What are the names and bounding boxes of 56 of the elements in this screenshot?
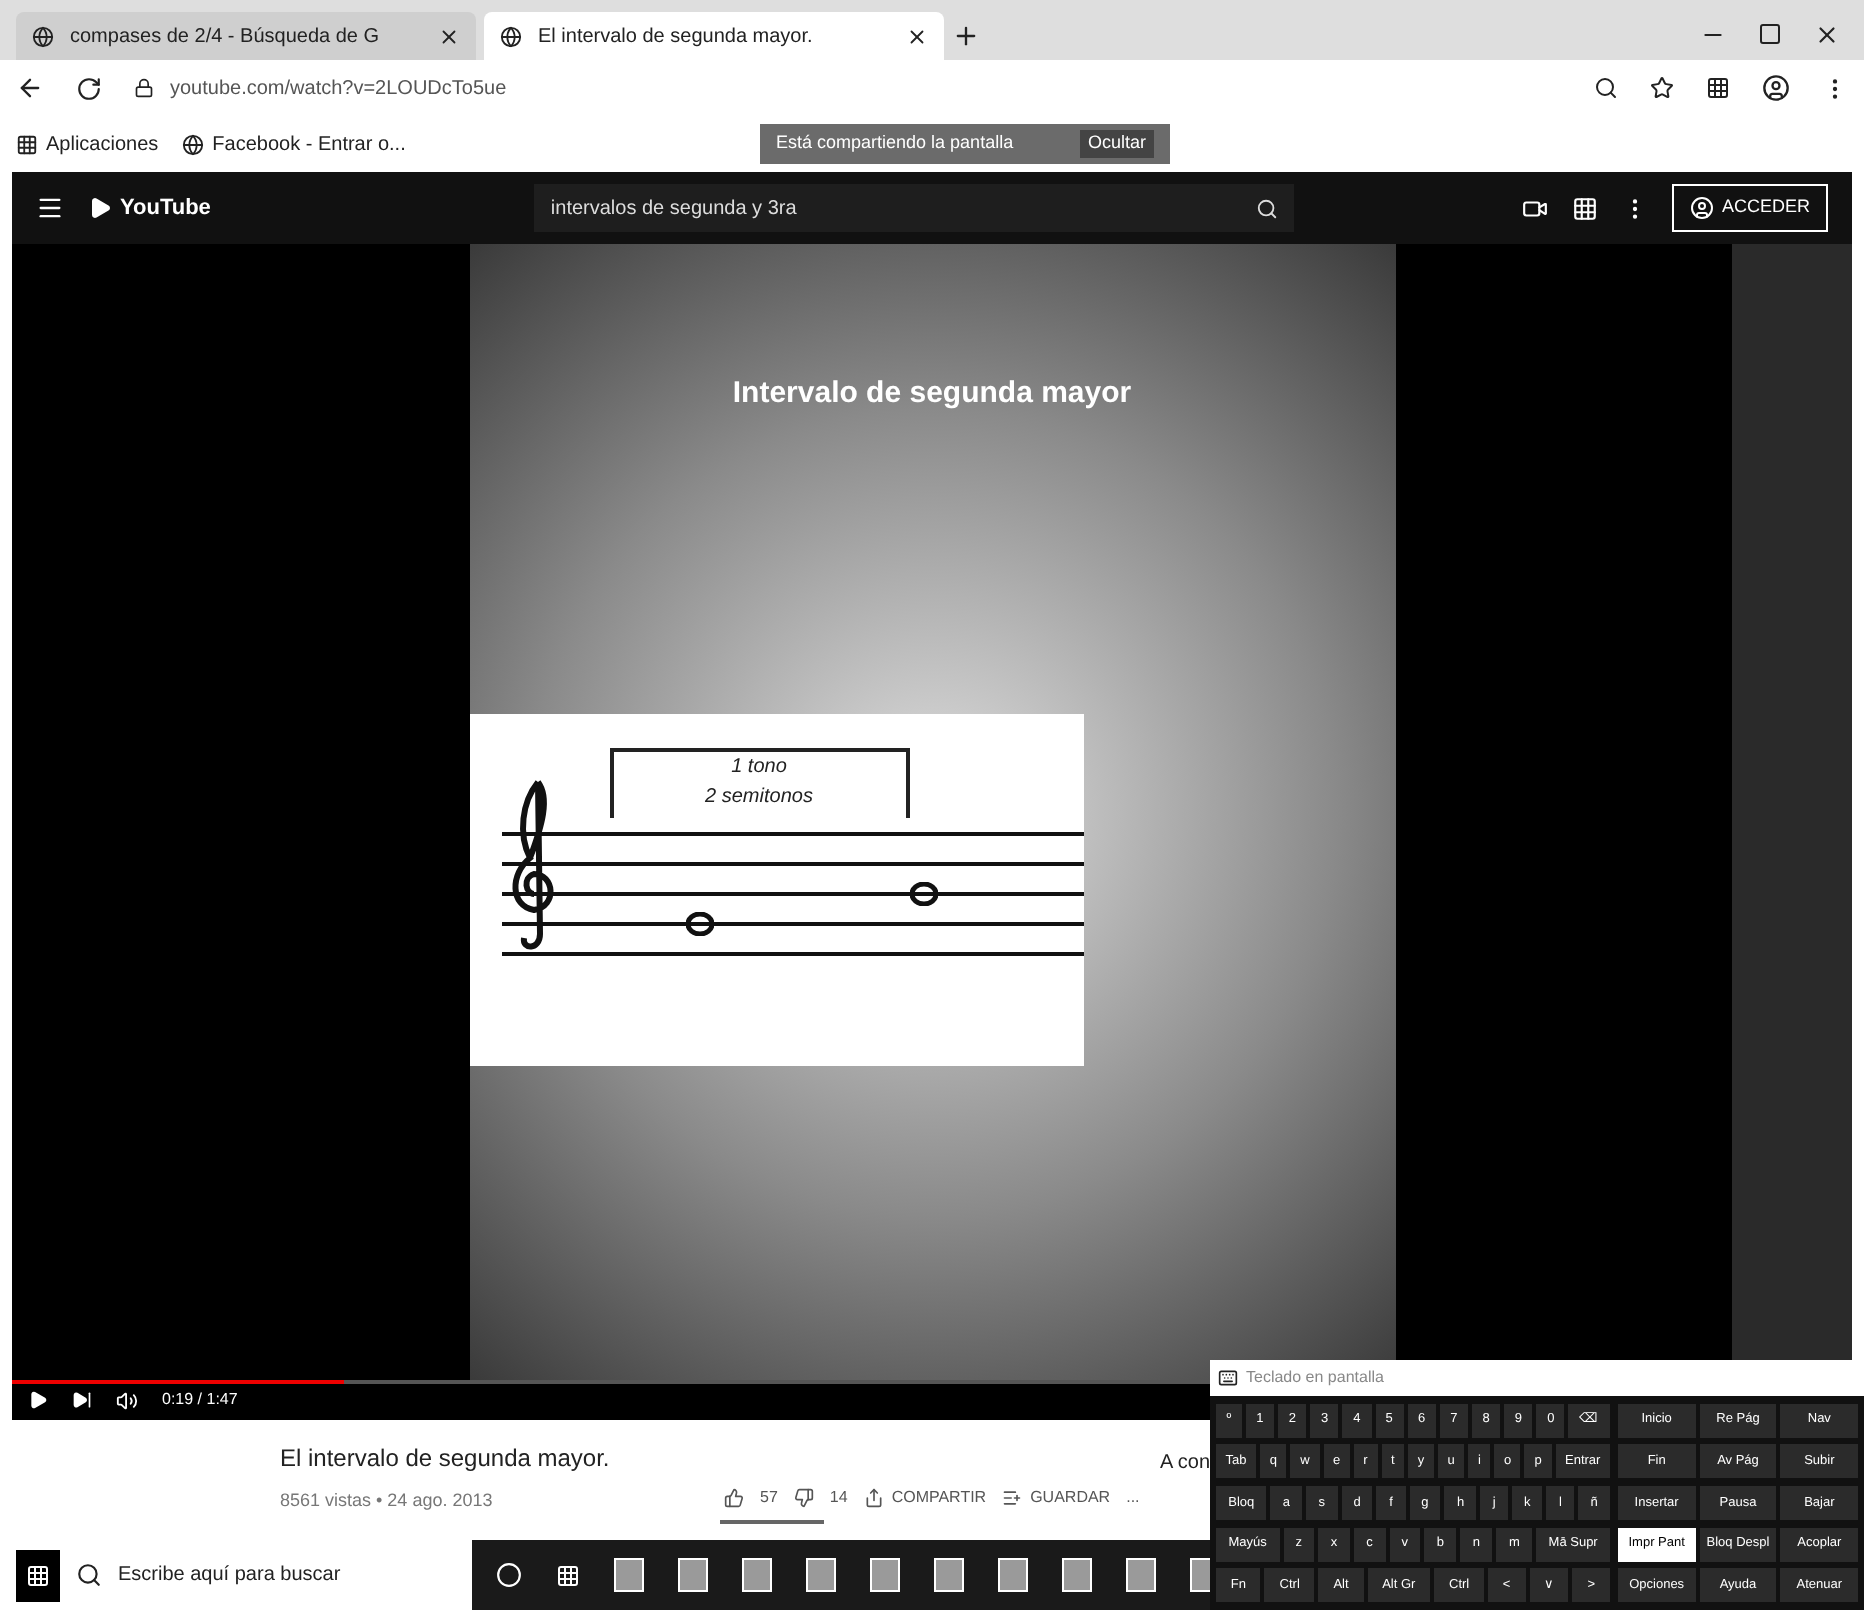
thumbs-up-icon[interactable]: [724, 1488, 744, 1508]
whole-note-icon: [685, 911, 713, 935]
apps-icon[interactable]: [16, 133, 38, 155]
play-icon[interactable]: [28, 1390, 48, 1410]
tab-title: El intervalo de segunda mayor.: [538, 23, 815, 51]
tab-title: compases de 2/4 - Búsqueda de G: [70, 23, 382, 51]
close-icon[interactable]: [1814, 22, 1840, 48]
close-icon[interactable]: [438, 25, 460, 47]
keyboard-icon: [1218, 1368, 1238, 1388]
browser-tab[interactable]: El intervalo de segunda mayor.: [484, 12, 944, 60]
search-icon[interactable]: [1594, 76, 1618, 100]
bookmark-link[interactable]: Facebook - Entrar o...: [212, 129, 406, 159]
search-icon[interactable]: [76, 1562, 102, 1588]
lock-icon: [134, 78, 154, 98]
share-button[interactable]: COMPARTIR: [863, 1486, 987, 1510]
up-next-label: A con: [1160, 1450, 1211, 1478]
share-message: Está compartiendo la pantalla: [776, 130, 1016, 157]
more-button[interactable]: ...: [1126, 1486, 1140, 1510]
maximize-icon[interactable]: [1758, 22, 1782, 46]
whole-note-icon: [909, 881, 937, 905]
close-icon[interactable]: [906, 25, 928, 47]
dislike-count: 14: [829, 1486, 848, 1510]
hide-button[interactable]: Ocultar: [1079, 130, 1154, 158]
tab-favicon-icon: [32, 25, 54, 47]
playlist-add-icon: [1002, 1488, 1023, 1508]
youtube-logo[interactable]: YouTube: [120, 191, 211, 225]
menu-icon[interactable]: [36, 194, 64, 222]
video-title: El intervalo de segunda mayor.: [280, 1442, 610, 1476]
reload-icon[interactable]: [76, 75, 102, 101]
volume-icon[interactable]: [116, 1389, 138, 1411]
slide-title: Intervalo de segunda mayor: [732, 374, 1132, 414]
youtube-logo-icon[interactable]: [88, 196, 112, 220]
time-display: 0:19 / 1:47: [162, 1388, 238, 1412]
url-field[interactable]: youtube.com/watch?v=2LOUDcTo5ue: [170, 73, 507, 103]
user-icon: [1689, 196, 1714, 220]
back-icon[interactable]: [16, 74, 44, 102]
bookmark-link[interactable]: Aplicaciones: [46, 129, 159, 159]
camera-icon[interactable]: [1521, 195, 1548, 221]
star-icon[interactable]: [1650, 76, 1674, 100]
like-count: 57: [760, 1486, 778, 1510]
save-button[interactable]: GUARDAR: [1002, 1486, 1111, 1510]
thumbs-down-icon[interactable]: [793, 1488, 814, 1508]
start-button[interactable]: [16, 1549, 60, 1601]
new-tab-icon[interactable]: [952, 22, 980, 50]
next-icon[interactable]: [72, 1390, 92, 1410]
interval-label: 1 tono: [731, 753, 787, 781]
bookmark-favicon-icon: [182, 133, 205, 155]
browser-tab[interactable]: compases de 2/4 - Búsqueda de G: [16, 12, 476, 60]
interval-label: 2 semitonos: [705, 783, 813, 811]
search-field[interactable]: intervalos de segunda y 3ra: [534, 184, 1295, 232]
share-icon: [863, 1488, 884, 1508]
sign-in-button[interactable]: ACCEDER: [1671, 184, 1828, 232]
video-meta: 8561 vistas • 24 ago. 2013: [280, 1488, 493, 1514]
tab-favicon-icon: [500, 25, 522, 47]
search-icon[interactable]: [1256, 197, 1279, 219]
profile-icon[interactable]: [1762, 74, 1790, 102]
